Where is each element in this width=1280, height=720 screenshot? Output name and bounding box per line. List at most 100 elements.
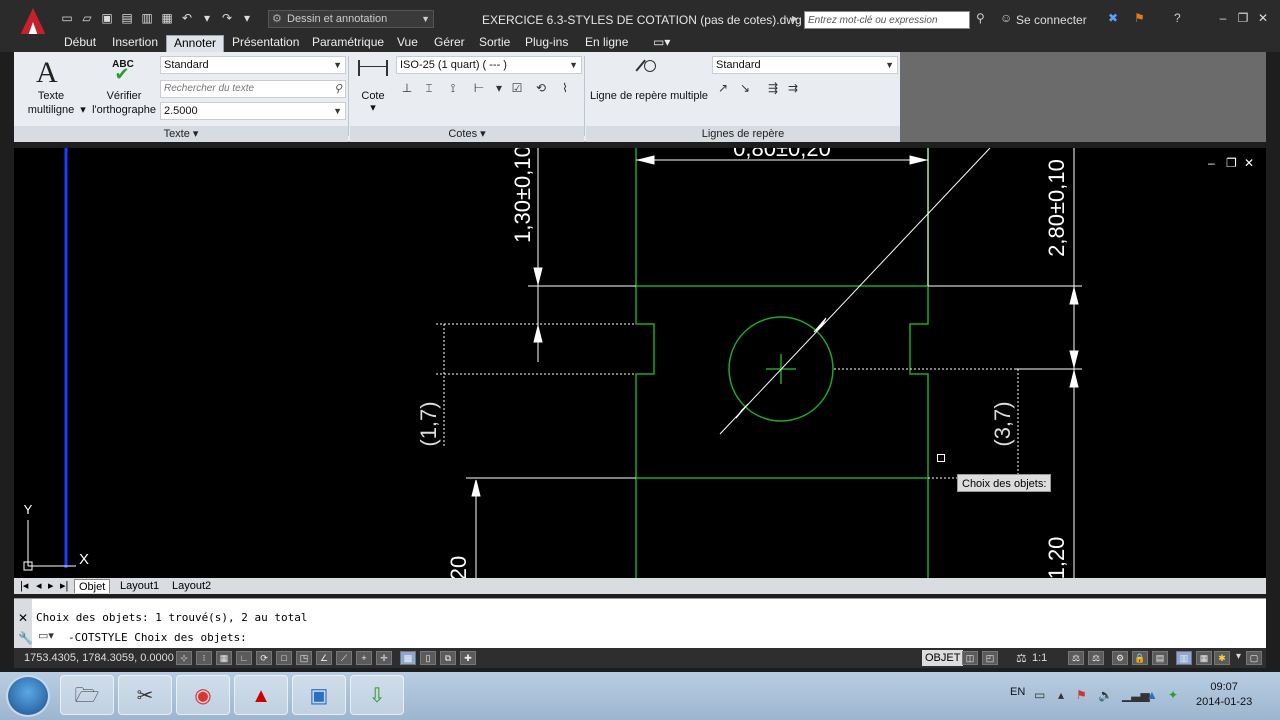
annotation-monitor-icon[interactable]: ✚ [460,651,476,665]
dynamic-input-icon[interactable]: + [356,651,372,665]
update-icon[interactable]: ✦ [1168,688,1178,702]
file-explorer-icon[interactable]: 🗁 [60,675,114,715]
align-leaders-icon[interactable]: ⇶ [764,80,782,96]
drive-sync-icon[interactable]: ▲ [1146,688,1158,702]
tab-gerer[interactable]: Gérer [427,35,472,52]
tab-debut[interactable]: Début [57,35,103,52]
dim-quick-icon[interactable]: ⟟ [444,80,462,96]
workspace-select[interactable]: ⚙ Dessin et annotation ▼ [268,10,434,28]
dim-adjust-space-icon[interactable]: ⌶ [420,80,438,96]
search-input[interactable]: Entrez mot-clé ou expression [804,11,970,29]
tab-presentation[interactable]: Présentation [225,35,306,52]
viewport-minimize-icon[interactable]: – [1208,156,1215,170]
tab-en-ligne[interactable]: En ligne [578,35,635,52]
status-menu-icon[interactable]: ▾ [1236,651,1241,662]
mtext-a-icon[interactable]: A [36,56,58,90]
ducs-icon[interactable]: ⟋ [336,651,352,665]
lightbulb-icon[interactable]: ✱ [1214,651,1230,665]
auto-scale-icon[interactable]: ⚖ [1088,651,1104,665]
user-icon[interactable]: ☺ [1000,11,1012,25]
annotation-visibility-icon[interactable]: ⚖ [1068,651,1084,665]
snap-mode-icon[interactable]: ⁝ [196,651,212,665]
quick-view-drawings-icon[interactable]: ◰ [982,651,998,665]
control-panel-icon[interactable]: ▣ [292,675,346,715]
transparency-icon[interactable]: ▩ [400,651,416,665]
dimension-style-select[interactable]: ISO-25 (1 quart) ( --- ) ▼ [396,56,582,74]
tab-plug-ins[interactable]: Plug-ins [518,35,575,52]
command-recent-icon[interactable]: ▭▾ [38,629,54,642]
multileader-label[interactable]: Ligne de repère multiple [588,90,710,103]
grid-icon[interactable]: ▦ [216,651,232,665]
lock-icon[interactable]: 🔒 [1132,651,1148,665]
dimension-top[interactable] [636,148,929,286]
dim-update-icon[interactable]: ⟲ [532,80,550,96]
otrack-icon[interactable]: ∠ [316,651,332,665]
dimension-dropdown-icon[interactable]: ▾ [368,102,378,115]
remove-leader-icon[interactable]: ↘ [736,80,754,96]
sign-in-link[interactable]: Se connecter [1016,13,1087,27]
layout-tab-objet[interactable]: Objet [74,579,111,593]
workspace-switch-icon[interactable]: ⚙ [1112,651,1128,665]
redo-dropdown-icon[interactable]: ▾ [240,11,254,25]
spell-label-1[interactable]: Vérifier [94,90,154,103]
add-leader-icon[interactable]: ↗ [714,80,732,96]
exchange-icon[interactable]: ✖ [1108,11,1118,25]
text-height-select[interactable]: 2.5000 ▼ [160,102,346,120]
print-icon[interactable]: ▦ [160,11,174,25]
model-space-button[interactable]: OBJET [922,650,964,666]
leaders-panel-title[interactable]: Lignes de repère [586,126,900,142]
multileader-style-select[interactable]: Standard ▼ [712,56,898,74]
dim-break-icon[interactable]: ⊥ [398,80,416,96]
collect-leaders-icon[interactable]: ⇉ [784,80,802,96]
tab-parametrique[interactable]: Paramétrique [305,35,391,52]
action-center-icon[interactable]: ⚑ [1076,688,1087,702]
pdf-tool-icon[interactable]: ⇩ [350,675,404,715]
polar-tracking-icon[interactable]: ⟳ [256,651,272,665]
minimize-icon[interactable]: – [1216,11,1230,25]
taskbar-clock[interactable]: 09:07 2014-01-23 [1196,680,1252,710]
dim-continue-dropdown-icon[interactable]: ▾ [490,80,508,96]
tab-insertion[interactable]: Insertion [105,35,165,52]
binoculars-icon[interactable]: ⚲ [976,11,985,25]
3d-osnap-icon[interactable]: ◳ [296,651,312,665]
clean-screen-icon[interactable]: ▦ [1196,651,1212,665]
chrome-icon[interactable]: ◉ [176,675,230,715]
layout-first-icon[interactable]: |◂ [16,579,32,593]
lineweight-icon[interactable]: ✛ [376,651,392,665]
tray-expand-icon[interactable]: ▴ [1058,688,1064,702]
search-expand-icon[interactable]: ▸ [792,11,798,25]
object-snap-icon[interactable]: □ [276,651,292,665]
language-indicator[interactable]: EN [1010,686,1025,698]
dimension-left-mid[interactable] [436,323,636,448]
open-file-icon[interactable]: ▱ [80,11,94,25]
multileader-icon[interactable] [634,58,678,84]
command-prompt[interactable]: -COTSTYLE Choix des objets: [68,631,247,644]
viewport-restore-icon[interactable]: ❐ [1226,156,1237,170]
dimensions-panel-title[interactable]: Cotes ▾ [350,126,584,142]
publish-icon[interactable]: ▥ [140,11,154,25]
autodesk-360-icon[interactable]: ⚑ [1134,11,1145,25]
annotation-scale-value[interactable]: 1:1 [1032,652,1047,664]
spell-label-2[interactable]: l'orthographe [88,104,160,117]
restore-icon[interactable]: ❐ [1236,11,1250,25]
mtext-dropdown-icon[interactable]: ▾ [80,104,86,117]
tab-annoter[interactable]: Annoter [166,35,225,52]
save-icon[interactable]: ▣ [100,11,114,25]
dimension-left-top[interactable] [528,148,636,362]
linear-dimension-icon[interactable] [358,60,388,76]
fullscreen-icon[interactable]: ▢ [1246,651,1262,665]
close-icon[interactable]: ✕ [1256,11,1270,25]
ortho-icon[interactable]: ∟ [236,651,252,665]
autocad-taskbar-icon[interactable]: ▲ [234,675,288,715]
dim-jog-icon[interactable]: ⌇ [556,80,574,96]
quick-view-layouts-icon[interactable]: ◫ [962,651,978,665]
dimension-diameter[interactable] [719,148,991,435]
infer-constraints-icon[interactable]: ⊹ [176,651,192,665]
selection-cycling-icon[interactable]: ⧉ [440,651,456,665]
drawing-svg[interactable]: Y X 0,80±0,20 1,30±0,10 (1,7) 20 2,80±0,… [14,148,1266,578]
help-icon[interactable]: ? [1174,11,1181,25]
layout-last-icon[interactable]: ▸| [56,579,72,593]
ribbon-options-icon[interactable]: ▭▾ [646,35,677,52]
part-outline[interactable] [635,148,929,578]
command-line[interactable]: ✕ 🔧 Choix des objets: 1 trouvé(s), 2 au … [14,598,1266,649]
